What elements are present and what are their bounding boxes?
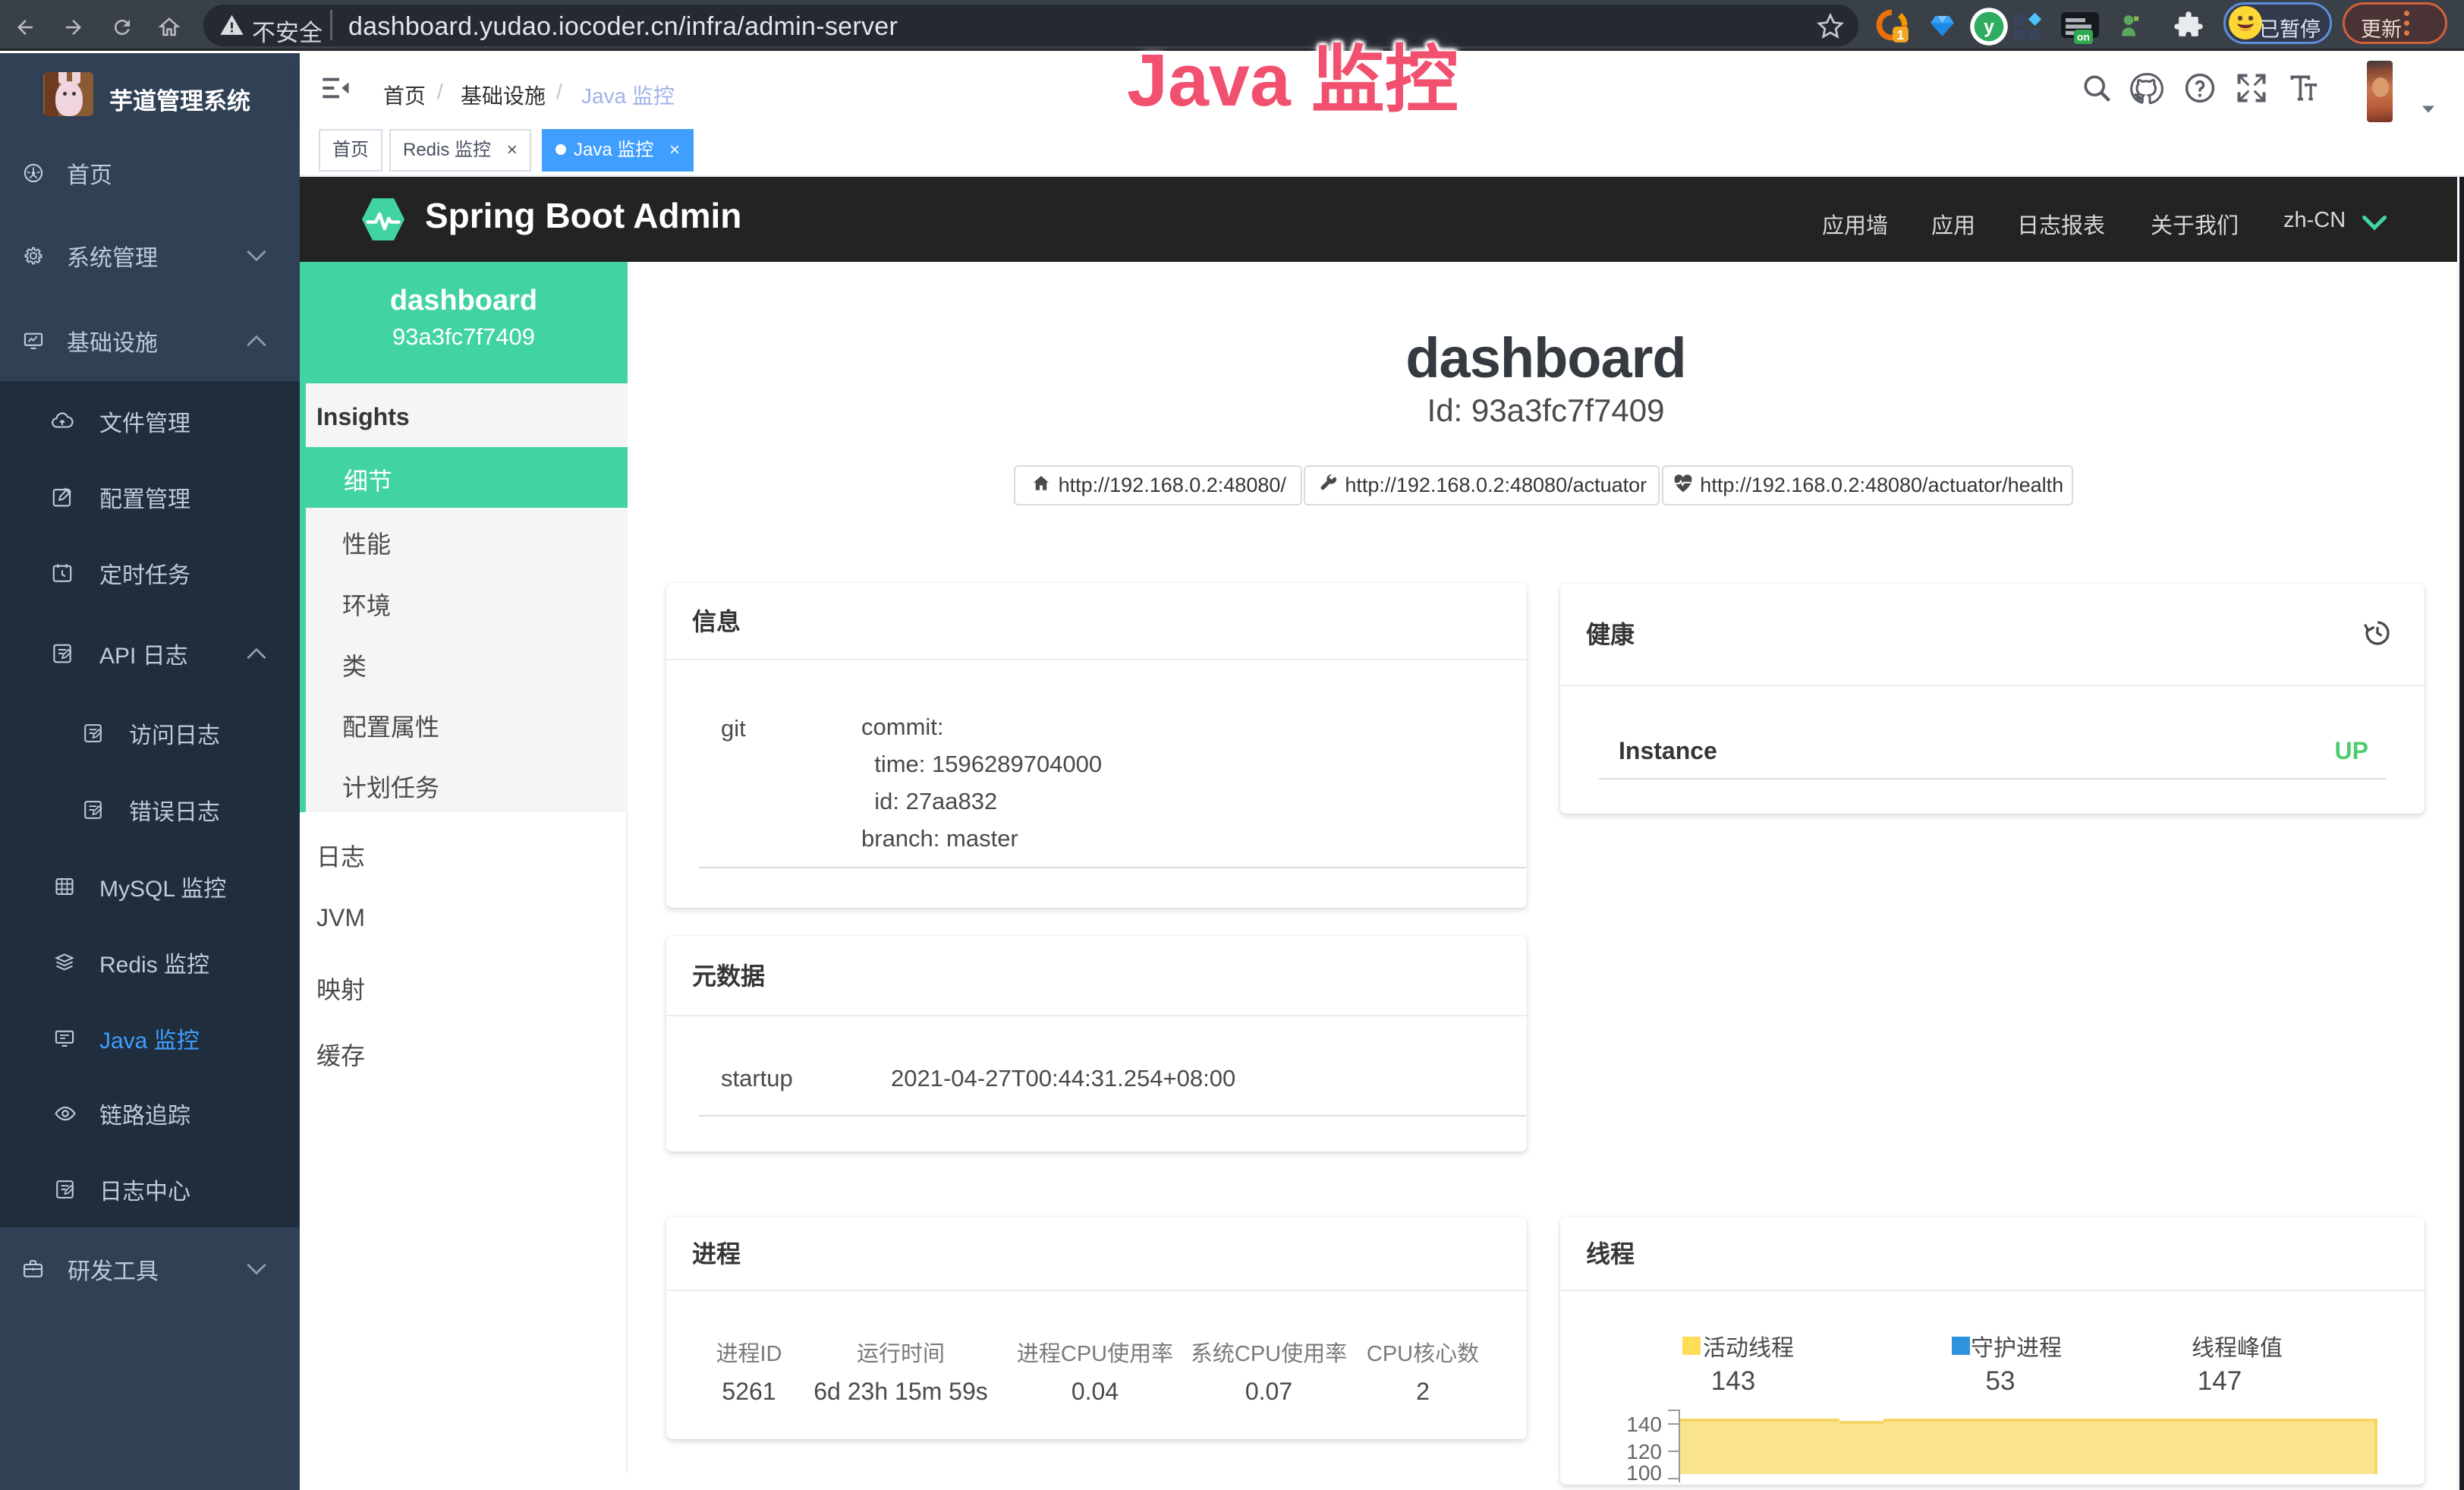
- svg-text:on: on: [2077, 31, 2090, 43]
- svg-text:y: y: [1984, 17, 1994, 38]
- svg-text:1: 1: [1897, 27, 1905, 43]
